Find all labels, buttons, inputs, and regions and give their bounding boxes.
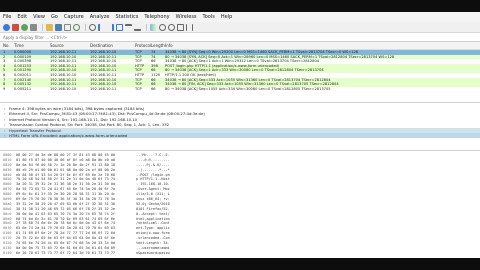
display-filter-bar — [0, 33, 480, 42]
packet-no: 9 — [3, 86, 6, 91]
menu-wireless[interactable]: Wireless — [176, 12, 197, 22]
packet-info: 80 → 34038 [ACK] Seq=1055 Ack=334 Win=30… — [165, 86, 331, 91]
packet-protocol: TCP — [135, 86, 142, 91]
packet-length: 66 — [151, 86, 156, 91]
last-packet-icon[interactable] — [134, 24, 141, 31]
packet-list: No. Time Source Destination Protocol Len… — [0, 42, 480, 103]
column-header-no[interactable]: No. — [0, 43, 14, 48]
first-packet-icon[interactable] — [125, 23, 132, 31]
menu-edit[interactable]: Edit — [17, 12, 27, 22]
letterbox-bottom — [0, 258, 480, 270]
packet-list-header: No. Time Source Destination Protocol Len… — [0, 42, 480, 50]
menu-tools[interactable]: Tools — [203, 12, 215, 22]
bytes-offset: 0140 — [3, 250, 12, 255]
capture-options-icon[interactable] — [30, 23, 37, 31]
packet-bytes-pane: 0000 08 00 27 4d 3e de 08 00 27 3f 81 43 … — [0, 151, 480, 257]
column-header-source[interactable]: Source — [50, 43, 90, 48]
packet-rows: 1 0.000000 192.168.10.11 192.168.10.10 TCP 74… — [0, 50, 480, 92]
letterbox-top — [0, 0, 480, 12]
packet-row[interactable]: 9 0.005211 192.168.10.10 192.168.10.11 TCP 66… — [0, 86, 480, 92]
bytes-row[interactable]: 0140 6e 26 70 61 73 73 77 6f 72 64 3d 70 … — [0, 251, 480, 256]
detail-tcp-text: Transmission Control Protocol, Src Port:… — [9, 122, 170, 128]
packet-details-pane: › Frame 4: 398 bytes on wire (3184 bits),… — [0, 103, 480, 151]
toolbar-separator — [146, 23, 147, 31]
menu-file[interactable]: File — [3, 12, 11, 22]
column-header-info[interactable]: Info — [165, 43, 480, 48]
stop-capture-icon[interactable] — [12, 23, 19, 31]
packet-source: 192.168.10.10 — [50, 86, 77, 91]
column-header-protocol[interactable]: Protocol — [135, 43, 151, 48]
bytes-ascii: n&password=passw — [136, 250, 170, 255]
packet-destination: 192.168.10.11 — [90, 86, 117, 91]
open-file-icon[interactable] — [46, 23, 53, 31]
menu-analyze[interactable]: Analyze — [90, 12, 110, 22]
go-back-icon[interactable] — [98, 23, 105, 31]
zoom-out-icon[interactable] — [168, 23, 175, 31]
menu-help[interactable]: Help — [221, 12, 232, 22]
menu-telephony[interactable]: Telephony — [144, 12, 169, 22]
display-filter-input[interactable] — [3, 33, 303, 41]
resize-columns-icon[interactable] — [186, 23, 193, 31]
menu-capture[interactable]: Capture — [64, 12, 84, 22]
go-forward-icon[interactable] — [107, 23, 114, 31]
detail-form[interactable]: › HTML Form URL Encoded: application/x-ww… — [0, 132, 480, 139]
packet-time: 0.005211 — [14, 86, 32, 91]
menu-statistics[interactable]: Statistics — [115, 12, 138, 22]
detail-frame-text: Frame 4: 398 bytes on wire (3184 bits), … — [9, 106, 145, 111]
detail-ethernet-text: Ethernet II, Src: PcsCompu_3f:81:43 (08:… — [9, 111, 205, 117]
go-to-packet-icon[interactable] — [116, 23, 123, 31]
toolbar-separator — [42, 23, 43, 31]
find-packet-icon[interactable] — [89, 23, 96, 31]
column-header-time[interactable]: Time — [14, 43, 50, 48]
start-capture-icon[interactable] — [3, 23, 10, 31]
detail-ipv4-text: Internet Protocol Version 4, Src: 192.16… — [9, 116, 138, 122]
close-file-icon[interactable] — [64, 23, 71, 31]
normal-size-icon[interactable] — [177, 23, 184, 31]
toolbar-separator — [85, 23, 86, 31]
main-toolbar — [0, 22, 480, 33]
detail-http-text: Hypertext Transfer Protocol — [9, 127, 61, 133]
column-header-destination[interactable]: Destination — [90, 43, 135, 48]
menu-bar: File Edit View Go Capture Analyze Statis… — [0, 12, 480, 22]
detail-form-text: HTML Form URL Encoded: application/x-www… — [9, 132, 128, 138]
column-header-length[interactable]: Length — [151, 43, 165, 48]
reload-icon[interactable] — [73, 23, 80, 31]
menu-view[interactable]: View — [33, 12, 45, 22]
save-file-icon[interactable] — [55, 23, 62, 31]
menu-go[interactable]: Go — [51, 12, 58, 22]
bytes-hex: 6e 26 70 61 73 73 77 6f 72 64 3d 70 61 7… — [16, 250, 116, 255]
colorize-icon[interactable] — [150, 23, 157, 31]
wireshark-window: File Edit View Go Capture Analyze Statis… — [0, 12, 480, 258]
restart-capture-icon[interactable] — [21, 23, 28, 31]
zoom-in-icon[interactable] — [159, 23, 166, 31]
